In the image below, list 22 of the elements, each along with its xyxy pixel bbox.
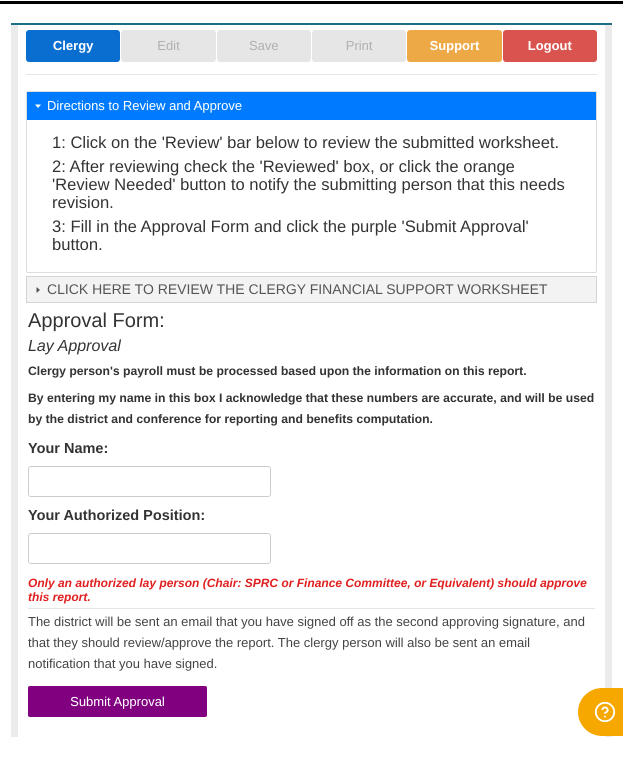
form-heading: Approval Form: (28, 309, 166, 333)
input-field[interactable] (28, 466, 271, 497)
help-icon (594, 701, 616, 723)
notice-text: Clergy person's payroll must be processed based upon the information on this report. (28, 363, 528, 380)
nav-button[interactable]: Clergy (26, 30, 120, 62)
nav-button[interactable]: Logout (502, 30, 597, 62)
notice-text: By entering my name in this box I acknowledge that these numbers are accurate, and will be used by the district and conference for reporting and benefits computation. (28, 390, 595, 428)
caret-icon (35, 103, 41, 109)
input-field[interactable] (28, 533, 271, 564)
field-label: Your Authorized Position: (28, 507, 206, 526)
caret-icon (35, 286, 41, 292)
direction-step: 1: Click on the 'Review' bar below to review the submitted worksheet. (52, 134, 571, 152)
nav-button[interactable]: Support (407, 30, 502, 62)
worksheet-bar[interactable]: CLICK HERE TO REVIEW THE CLERGY FINANCIAL SUPPORT WORKSHEET (26, 276, 597, 303)
info-text: The district will be sent an email that you have signed off as the second approving signature, and that they should review/approve the report. The clergy person will also be sent an email notification that you have signed. (28, 613, 586, 673)
form-subheading: Lay Approval (28, 337, 122, 357)
field-label: Your Name: (28, 440, 110, 459)
directions-header[interactable]: Directions to Review and Approve (27, 92, 596, 120)
submit-button[interactable]: Submit Approval (28, 686, 207, 717)
direction-step: 2: After reviewing check the 'Reviewed' box, or click the orange 'Review Needed' button to notify the submitting person that this needs revision. (52, 158, 571, 212)
warning-text: Only an authorized lay person (Chair: SPRC or Finance Committee, or Equivalent) should approve this report. (28, 576, 588, 604)
direction-step: 3: Fill in the Approval Form and click the purple 'Submit Approval' button. (52, 218, 571, 254)
